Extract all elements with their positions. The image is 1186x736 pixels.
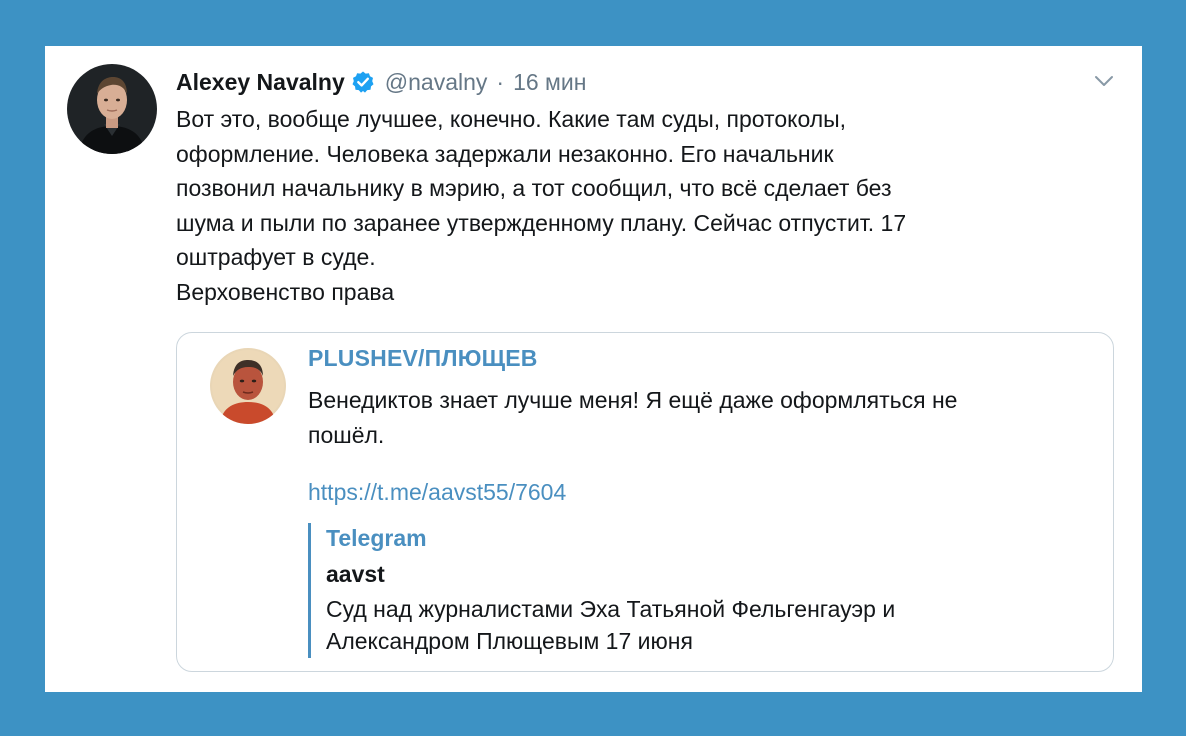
tweet-text: Вот это, вообще лучшее, конечно. Какие т… — [176, 102, 1096, 309]
channel-avatar-image — [210, 348, 286, 424]
header-separator: · — [496, 68, 505, 95]
link-preview-title: aavst — [326, 561, 385, 587]
tweet-text-line: шума и пыли по заранее утвержденному пла… — [176, 209, 907, 236]
link-preview-description: Суд над журналистами Эха Татьяной Фельге… — [326, 593, 895, 657]
author-name[interactable]: Alexey Navalny — [176, 69, 345, 96]
avatar-image — [67, 64, 157, 154]
author-handle[interactable]: @navalny — [385, 69, 488, 96]
link-preview-description-line: Александром Плющевым 17 июня — [326, 628, 693, 654]
quoted-text-line: пошёл. — [308, 422, 385, 448]
tweet-text-line: Вот это, вообще лучшее, конечно. Какие т… — [176, 106, 847, 132]
link-preview[interactable]: Telegram aavst Суд над журналистами Эха … — [308, 523, 1078, 658]
quoted-channel-name[interactable]: PLUSHEV/ПЛЮЩЕВ — [308, 345, 538, 372]
quoted-text-line: Венедиктов знает лучше меня! Я ещё даже … — [308, 387, 958, 413]
tweet-text-line: оштрафует в суде. — [176, 244, 376, 270]
tweet-text-line: оформление. Человека задержали незаконно… — [176, 140, 834, 167]
link-preview-description-line: Суд над журналистами Эха Татьяной Фельге… — [326, 596, 896, 622]
quoted-post[interactable]: PLUSHEV/ПЛЮЩЕВ Венедиктов знает лучше ме… — [176, 332, 1114, 672]
channel-avatar[interactable] — [210, 348, 286, 424]
chevron-down-icon[interactable] — [1091, 68, 1117, 94]
tweet-text-line: позвонил начальнику в мэрию, а тот сообщ… — [176, 175, 892, 201]
tweet-card: Alexey Navalny @navalny · 16 мин Вот это… — [45, 46, 1142, 692]
tweet-text-line: Верховенство права — [176, 278, 395, 305]
tweet-timestamp[interactable]: 16 мин — [513, 69, 586, 96]
verified-badge-icon — [351, 70, 375, 94]
author-avatar[interactable] — [67, 64, 157, 154]
quoted-link[interactable]: https://t.me/aavst55/7604 — [308, 479, 566, 506]
quoted-text: Венедиктов знает лучше меня! Я ещё даже … — [308, 383, 1098, 453]
link-preview-site: Telegram — [326, 525, 427, 551]
tweet-header: Alexey Navalny @navalny · 16 мин — [176, 66, 586, 98]
